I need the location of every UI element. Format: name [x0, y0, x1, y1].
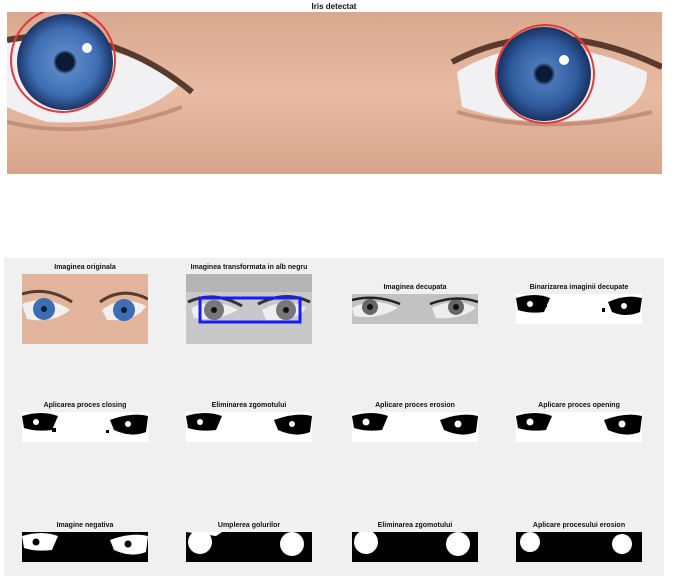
panel-noise-removal-1: Eliminarea zgomotului	[186, 402, 312, 446]
closing-image	[22, 412, 148, 442]
panel-opening: Aplicare proces opening	[516, 402, 642, 446]
panel-negative: Imagine negativa	[22, 522, 148, 566]
original-image	[22, 274, 148, 344]
fill-holes-image	[186, 532, 312, 562]
panel-title: Eliminarea zgomotului	[211, 402, 287, 409]
processing-steps-figure: Imaginea originala Imaginea transformata…	[4, 258, 664, 576]
cropped-image	[352, 294, 478, 324]
noise-removal-1-image	[186, 412, 312, 442]
figure-title: Iris detectat	[311, 2, 357, 11]
panel-cropped: Imaginea decupata	[352, 284, 478, 328]
panel-erosion-1: Aplicare proces erosion	[352, 402, 478, 446]
binarized-image	[516, 294, 642, 324]
panel-erosion-2: Aplicare procesului erosion	[516, 522, 642, 566]
opening-image	[516, 412, 642, 442]
erosion-1-image	[352, 412, 478, 442]
panel-title: Imaginea originala	[54, 264, 116, 271]
bw-image	[186, 274, 312, 344]
panel-bw: Imaginea transformata in alb negru	[186, 264, 312, 348]
noise-removal-2-image	[352, 532, 478, 562]
panel-title: Eliminarea zgomotului	[377, 522, 453, 529]
panel-title: Aplicare proces erosion	[375, 402, 455, 409]
panel-title: Aplicare proces opening	[538, 402, 620, 409]
panel-closing: Aplicarea proces closing	[22, 402, 148, 446]
panel-title: Imaginea decupata	[383, 284, 447, 291]
panel-title: Imaginea transformata in alb negru	[190, 264, 308, 271]
panel-noise-removal-2: Eliminarea zgomotului	[352, 522, 478, 566]
panel-title: Binarizarea imaginii decupate	[529, 284, 629, 291]
panel-title: Aplicare procesului erosion	[532, 522, 626, 529]
panel-title: Aplicarea proces closing	[43, 402, 127, 409]
panel-title: Umplerea golurilor	[217, 522, 281, 529]
panel-fill-holes: Umplerea golurilor	[186, 522, 312, 566]
panel-title: Imagine negativa	[56, 522, 114, 529]
iris-detected-figure: Iris detectat	[0, 0, 675, 190]
negative-image	[22, 532, 148, 562]
panel-original: Imaginea originala	[22, 264, 148, 348]
erosion-2-image	[516, 532, 642, 562]
panel-binarized: Binarizarea imaginii decupate	[516, 284, 642, 328]
iris-detected-image	[7, 12, 662, 174]
